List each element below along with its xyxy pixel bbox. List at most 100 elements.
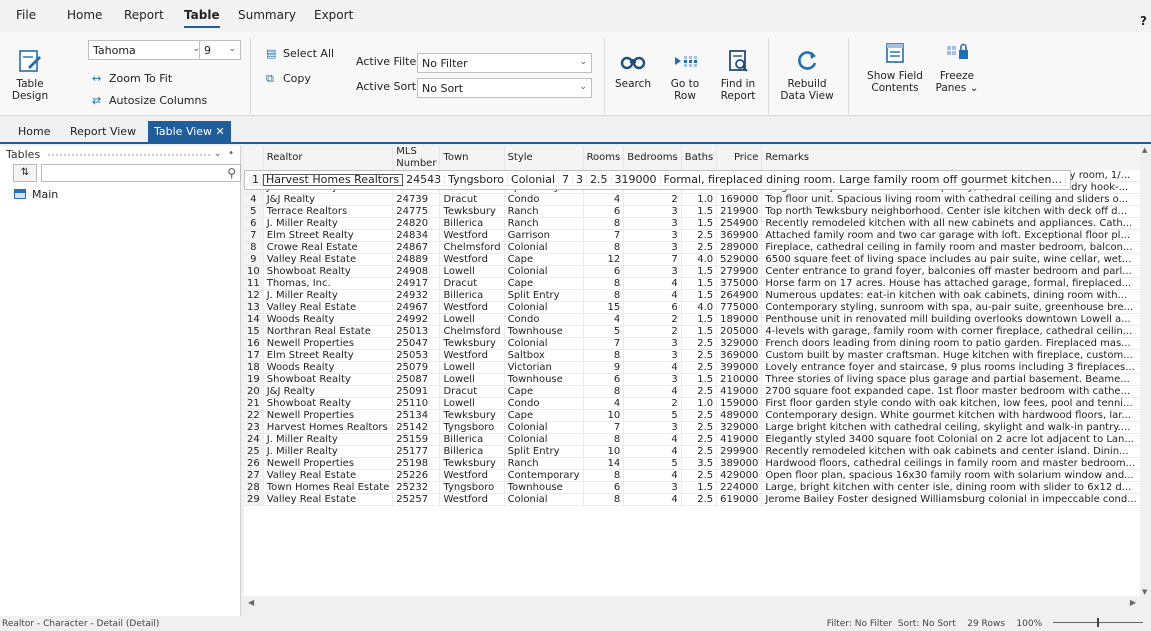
cell-remarks[interactable]: Penthouse unit in renovated mill buildin… [761,313,1140,327]
tab-report-view[interactable]: Report View [70,125,136,138]
cell-bedrooms[interactable]: 4 [623,445,682,459]
cell-bedrooms[interactable]: 3 [623,337,682,351]
autosize-columns-button[interactable]: ⇄ Autosize Columns [92,94,207,107]
row-number[interactable]: 5 [244,205,264,219]
cell-mls-number[interactable]: 24967 [392,301,441,315]
table-row[interactable]: 11 Thomas, Inc. 24917 Dracut Cape 8 4 1.5 375000… [244,277,1140,291]
row-number[interactable]: 22 [244,409,264,423]
table-item-main[interactable]: Main [14,188,58,201]
cell-town[interactable]: Westford [439,349,505,363]
panel-controls[interactable]: ⌄ • [213,148,234,159]
cell-baths[interactable]: 1.5 [681,205,718,219]
table-row[interactable]: 27 Valley Real Estate 25226 Westford Contemp… [244,469,1140,483]
cell-realtor[interactable]: Town Homes Real Estate [263,481,394,495]
cell-price[interactable]: 419000 [716,433,763,447]
cell-realtor[interactable]: Harvest Homes Realtors [263,421,394,435]
cell-town[interactable]: Billerica [439,445,505,459]
cell-town[interactable]: Chelmsford [439,325,505,339]
cell-remarks[interactable]: Contemporary design. White gourmet kitch… [761,409,1140,423]
cell-bedrooms[interactable]: 3 [572,174,588,187]
cell-mls-number[interactable]: 24775 [392,205,441,219]
row-number[interactable]: 1 [249,174,263,187]
cell-price[interactable]: 279900 [716,265,763,279]
cell-price[interactable]: 389000 [716,457,763,471]
cell-style[interactable]: Ranch [504,457,584,471]
cell-remarks[interactable]: Lovely entrance foyer and staircase, 9 p… [761,361,1140,375]
cell-realtor[interactable]: Valley Real Estate [263,493,394,507]
table-row[interactable]: 12 J. Miller Realty 24932 Billerica Split En… [244,289,1140,303]
cell-style[interactable]: Ranch [504,217,584,231]
cell-town[interactable]: Tewksbury [439,337,505,351]
column-header-remarks[interactable]: Remarks [761,146,1140,170]
cell-remarks[interactable]: French doors leading from dining room to… [761,337,1140,351]
cell-price[interactable]: 224000 [716,481,763,495]
cell-style[interactable]: Condo [504,397,584,411]
cell-remarks[interactable]: 2700 square foot expanded cape. 1st floo… [761,385,1140,399]
cell-realtor[interactable]: Harvest Homes Realtors [262,174,404,187]
table-row[interactable]: 4 J&J Realty 24739 Dracut Condo 4 2 1.0 169000 To… [244,193,1140,207]
cell-rooms[interactable]: 6 [583,205,625,219]
cell-baths[interactable]: 1.0 [681,397,718,411]
cell-town[interactable]: Tewksbury [439,205,505,219]
font-size-select[interactable]: 9 ⌄ [199,40,241,60]
find-in-report-button[interactable]: Find in Report [716,48,760,102]
cell-style[interactable]: Colonial [504,241,584,255]
zoom-slider-thumb[interactable] [1097,618,1099,627]
cell-price[interactable]: 319000 [611,174,661,187]
cell-remarks[interactable]: Horse farm on 17 acres. House has attach… [761,277,1140,291]
cell-town[interactable]: Billerica [439,433,505,447]
cell-baths[interactable]: 4.0 [681,301,718,315]
cell-baths[interactable]: 1.5 [681,289,718,303]
row-number[interactable]: 24 [244,433,264,447]
cell-baths[interactable]: 2.5 [681,361,718,375]
cell-rooms[interactable]: 10 [583,409,625,423]
cell-realtor[interactable]: J. Miller Realty [263,433,394,447]
cell-bedrooms[interactable]: 4 [623,361,682,375]
cell-remarks[interactable]: Attached family room and two car garage … [761,229,1140,243]
table-row[interactable]: 16 Newell Properties 25047 Tewksbury Colonia… [244,337,1140,351]
cell-price[interactable]: 529000 [716,253,763,267]
row-number[interactable]: 4 [244,193,264,207]
cell-remarks[interactable]: Numerous updates: eat-in kitchen with oa… [761,289,1140,303]
cell-realtor[interactable]: Valley Real Estate [263,301,394,315]
table-row[interactable]: 26 Newell Properties 25198 Tewksbury Ranch 14… [244,457,1140,471]
cell-price[interactable]: 369900 [716,229,763,243]
cell-mls-number[interactable]: 25142 [392,421,441,435]
row-number[interactable]: 19 [244,373,264,387]
cell-realtor[interactable]: Newell Properties [263,457,394,471]
cell-bedrooms[interactable]: 3 [623,229,682,243]
column-header-town[interactable]: Town [439,146,505,170]
cell-remarks[interactable]: Elegantly styled 3400 square foot Coloni… [761,433,1140,447]
cell-price[interactable]: 254900 [716,217,763,231]
cell-price[interactable]: 619000 [716,493,763,507]
horizontal-scrollbar[interactable]: ◀ ▶ [244,596,1140,610]
cell-rooms[interactable]: 6 [583,481,625,495]
cell-bedrooms[interactable]: 4 [623,277,682,291]
cell-town[interactable]: Lowell [439,373,505,387]
cell-realtor[interactable]: Thomas, Inc. [263,277,394,291]
column-header-rooms[interactable]: Rooms [583,146,625,170]
cell-mls-number[interactable]: 24834 [392,229,441,243]
tab-home[interactable]: Home [18,125,50,138]
scroll-up-icon[interactable]: ▲ [1142,146,1147,154]
cell-mls-number[interactable]: 25226 [392,469,441,483]
cell-mls-number[interactable]: 25257 [392,493,441,507]
row-number[interactable]: 27 [244,469,264,483]
cell-town[interactable]: Tyngsboro [439,421,505,435]
cell-style[interactable]: Cape [504,409,584,423]
column-header-mls-number[interactable]: MLS Number [392,146,441,170]
cell-style[interactable]: Cape [504,277,584,291]
table-row[interactable]: 21 Showboat Realty 25110 Lowell Condo 4 2 1.0 15… [244,397,1140,411]
cell-price[interactable]: 169000 [716,193,763,207]
cell-price[interactable]: 329000 [716,421,763,435]
row-number[interactable]: 28 [244,481,264,495]
table-row[interactable]: 1 Harvest Homes Realtors 24543 Tyngsboro Col… [244,170,1072,190]
cell-price[interactable]: 299900 [716,445,763,459]
cell-remarks[interactable]: Large, bright kitchen with center isle, … [761,481,1140,495]
cell-price[interactable]: 264900 [716,289,763,303]
column-header-realtor[interactable]: Realtor [263,146,394,170]
cell-remarks[interactable]: 6500 square feet of living space include… [761,253,1140,267]
cell-bedrooms[interactable]: 2 [623,397,682,411]
cell-rooms[interactable]: 8 [583,217,625,231]
cell-rooms[interactable]: 8 [583,385,625,399]
